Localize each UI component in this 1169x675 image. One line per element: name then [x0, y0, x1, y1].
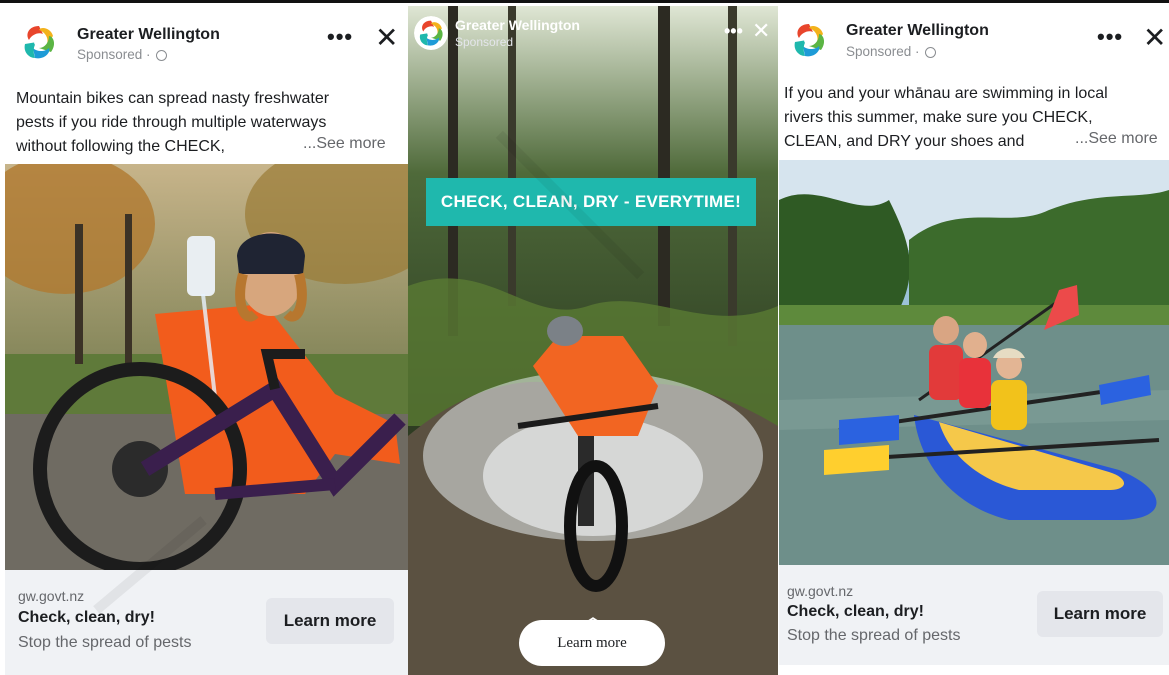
- close-icon[interactable]: ✕: [1143, 24, 1166, 52]
- close-icon[interactable]: ✕: [375, 24, 398, 52]
- caption-line: without following the CHECK,: [16, 138, 225, 155]
- caption-line: rivers this summer, make sure you CHECK,: [784, 109, 1093, 126]
- sponsored-text: Sponsored ·: [846, 44, 920, 59]
- close-icon[interactable]: ✕: [752, 20, 770, 42]
- greater-wellington-logo[interactable]: [787, 18, 831, 62]
- sponsored-label: Sponsored ·: [846, 44, 937, 59]
- ad-header: Greater Wellington Sponsored · ••• ✕: [779, 6, 1169, 66]
- feed-ad-kayak: Greater Wellington Sponsored · ••• ✕ If …: [779, 6, 1169, 675]
- ad-header: Greater Wellington Sponsored · ••• ✕: [5, 6, 408, 66]
- sponsored-text: Sponsored ·: [77, 47, 151, 62]
- page-name[interactable]: Greater Wellington: [846, 22, 989, 40]
- caption-line: If you and your whānau are swimming in l…: [784, 85, 1108, 102]
- link-domain: gw.govt.nz: [18, 588, 85, 604]
- story-ad-mountain-bike: Greater Wellington Sponsored ••• ✕ CHECK…: [408, 6, 778, 675]
- link-domain: gw.govt.nz: [787, 583, 854, 599]
- learn-more-button[interactable]: Learn more: [1037, 591, 1163, 637]
- caption-line: CLEAN, and DRY your shoes and: [784, 133, 1025, 150]
- link-headline: Check, clean, dry!: [787, 603, 924, 620]
- see-more-link[interactable]: ...See more: [303, 135, 386, 153]
- top-divider: [0, 0, 1169, 3]
- feed-ad-mountain-bike: Greater Wellington Sponsored · ••• ✕ Mou…: [5, 6, 408, 675]
- sponsored-label: Sponsored: [455, 35, 514, 49]
- ad-caption: If you and your whānau are swimming in l…: [784, 82, 1108, 154]
- menu-dots-icon[interactable]: •••: [724, 22, 743, 40]
- greater-wellington-logo[interactable]: [414, 16, 448, 50]
- see-more-link[interactable]: ...See more: [1075, 130, 1158, 148]
- greater-wellington-logo[interactable]: [17, 20, 61, 64]
- page-name[interactable]: Greater Wellington: [77, 26, 220, 44]
- learn-more-button[interactable]: Learn more: [266, 598, 394, 644]
- link-description: Stop the spread of pests: [787, 627, 961, 644]
- learn-more-button[interactable]: Learn more: [519, 620, 665, 666]
- ad-footer[interactable]: gw.govt.nz Check, clean, dry! Stop the s…: [5, 570, 408, 675]
- ad-image-kayak-family[interactable]: [779, 160, 1169, 565]
- ad-caption: Mountain bikes can spread nasty freshwat…: [16, 87, 329, 159]
- sponsored-label: Sponsored ·: [77, 47, 168, 62]
- ad-image-bike-washing[interactable]: [5, 164, 408, 570]
- globe-icon: [925, 46, 937, 58]
- page-name[interactable]: Greater Wellington: [455, 17, 580, 33]
- globe-icon: [156, 49, 168, 61]
- link-headline: Check, clean, dry!: [18, 609, 155, 626]
- link-description: Stop the spread of pests: [18, 634, 192, 651]
- story-image-bike-splash[interactable]: [408, 6, 778, 675]
- caption-line: Mountain bikes can spread nasty freshwat…: [16, 90, 330, 107]
- menu-dots-icon[interactable]: •••: [1097, 26, 1123, 48]
- ad-footer[interactable]: gw.govt.nz Check, clean, dry! Stop the s…: [779, 565, 1169, 665]
- caption-line: pests if you ride through multiple water…: [16, 114, 327, 131]
- menu-dots-icon[interactable]: •••: [327, 26, 353, 48]
